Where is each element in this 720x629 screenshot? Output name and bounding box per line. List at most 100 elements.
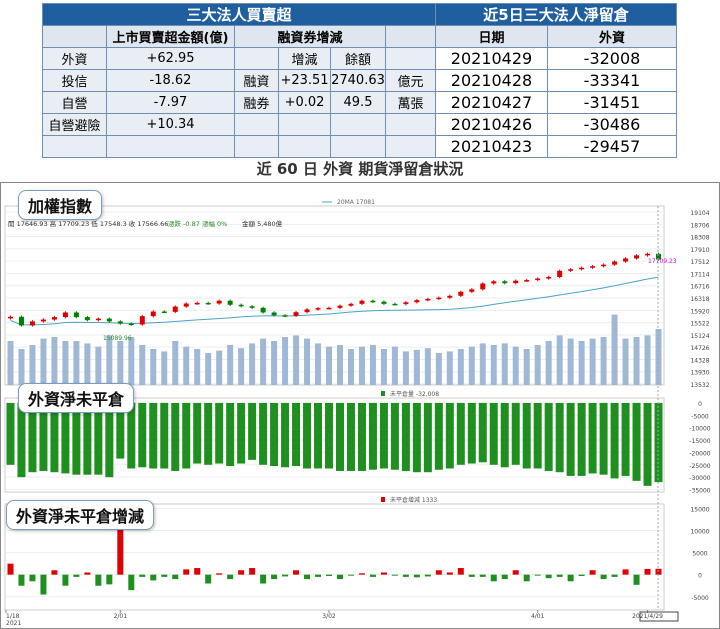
- change-bar: [84, 572, 91, 575]
- y-tick-label: 17512: [690, 259, 709, 266]
- change-bar: [326, 574, 333, 576]
- candle: [623, 258, 629, 262]
- change-bar: [600, 574, 607, 580]
- foreign-column-header: 外資: [546, 25, 678, 48]
- change-bar: [172, 574, 179, 580]
- change-legend-swatch: [381, 497, 385, 502]
- volume-bar: [326, 346, 333, 385]
- change-bar: [633, 574, 640, 585]
- oi-bar: [555, 402, 564, 473]
- volume-bar: [633, 337, 640, 385]
- y-tick-label: 5000: [692, 551, 707, 558]
- row-label: [42, 135, 107, 158]
- oi-bar: [445, 402, 454, 469]
- volume-bar: [128, 337, 135, 385]
- oi-bar: [83, 402, 92, 475]
- oi-bar: [17, 402, 26, 478]
- oi-bar: [237, 402, 246, 464]
- oi-bar: [335, 402, 344, 471]
- margin-balance: [330, 113, 386, 136]
- oi-bar: [423, 402, 432, 473]
- oi-bar: [61, 402, 70, 474]
- y-tick-label: -5000: [691, 595, 709, 602]
- change-bar: [501, 574, 508, 580]
- change-bar: [216, 573, 223, 575]
- candle: [645, 253, 651, 256]
- candle: [7, 316, 13, 319]
- candle: [326, 307, 332, 310]
- volume-bar: [18, 349, 25, 385]
- row-label: 投信: [42, 69, 107, 92]
- oi-bar: [105, 402, 114, 478]
- low-price-label: 15089.96: [103, 335, 132, 342]
- close-price-label: 17709.23: [648, 258, 677, 265]
- change-bar: [402, 574, 409, 577]
- x-tick-label: 2021: [6, 620, 21, 627]
- change-bar: [29, 574, 36, 582]
- candle: [172, 306, 178, 312]
- volume-bar: [501, 343, 508, 385]
- candle: [260, 307, 266, 313]
- y-tick-label: -30000: [689, 475, 710, 482]
- candle: [524, 280, 530, 282]
- value-cell: -29457: [546, 135, 678, 158]
- volume-bar: [293, 335, 300, 385]
- candle: [370, 300, 376, 303]
- volume-bar: [238, 348, 245, 385]
- date-cell: 20210426: [435, 113, 548, 136]
- change-bar: [446, 572, 453, 575]
- oi-bar: [522, 402, 531, 469]
- change-bar: [62, 574, 69, 586]
- y-tick-label: 10000: [690, 529, 709, 536]
- change-bar: [655, 568, 662, 575]
- change-bar: [336, 574, 343, 580]
- margin-balance: 49.5: [330, 91, 386, 114]
- volume-bar: [490, 345, 497, 385]
- change-bar: [490, 574, 497, 582]
- change-bar: [622, 569, 629, 575]
- candle: [403, 302, 409, 305]
- volume-bar: [369, 345, 376, 385]
- y-tick-label: 17910: [690, 247, 709, 254]
- change-bar: [73, 574, 80, 577]
- oi-bar: [50, 402, 59, 473]
- y-tick-label: 15124: [690, 333, 709, 340]
- ohlc-info: 開 17646.93 高 17709.23 低 17548.3 收 17566.…: [8, 219, 168, 228]
- change-bar: [293, 570, 300, 575]
- value-cell: -33341: [546, 69, 678, 92]
- margin-label: [234, 113, 279, 136]
- change-bar: [315, 574, 322, 577]
- table-row: 20210423 -29457: [435, 135, 678, 158]
- volume-bar: [161, 351, 168, 385]
- oi-bar: [544, 402, 553, 471]
- amount-info: 金額 5,480億: [242, 219, 283, 228]
- candle: [414, 300, 420, 303]
- row-value: [106, 135, 235, 158]
- change-bar: [391, 574, 398, 576]
- ma-legend: 20MA 17081: [337, 199, 375, 206]
- unit-label: 萬張: [384, 91, 437, 114]
- oi-bar: [193, 402, 202, 464]
- y-tick-label: 0: [698, 573, 702, 580]
- candle: [106, 318, 112, 322]
- candle: [73, 312, 79, 318]
- y-tick-label: -15000: [689, 438, 710, 445]
- candle: [612, 261, 618, 265]
- volume-bar: [611, 314, 618, 385]
- change-bar: [282, 574, 289, 577]
- y-tick-label: 16318: [690, 296, 709, 303]
- change-bar: [128, 574, 135, 591]
- y-tick-label: 13532: [690, 382, 709, 389]
- date-cell: 20210429: [435, 47, 548, 70]
- candle: [590, 266, 596, 268]
- volume-bar: [556, 335, 563, 385]
- oi-bar: [456, 402, 465, 465]
- panel3-label: 外資淨未平倉增減: [6, 500, 155, 530]
- oi-bar: [610, 402, 619, 479]
- change-bar: [95, 574, 102, 586]
- y-tick-label: 18308: [690, 235, 709, 242]
- oi-bar: [379, 402, 388, 469]
- candle: [579, 267, 585, 270]
- oi-bar: [303, 402, 312, 469]
- candle: [194, 302, 200, 305]
